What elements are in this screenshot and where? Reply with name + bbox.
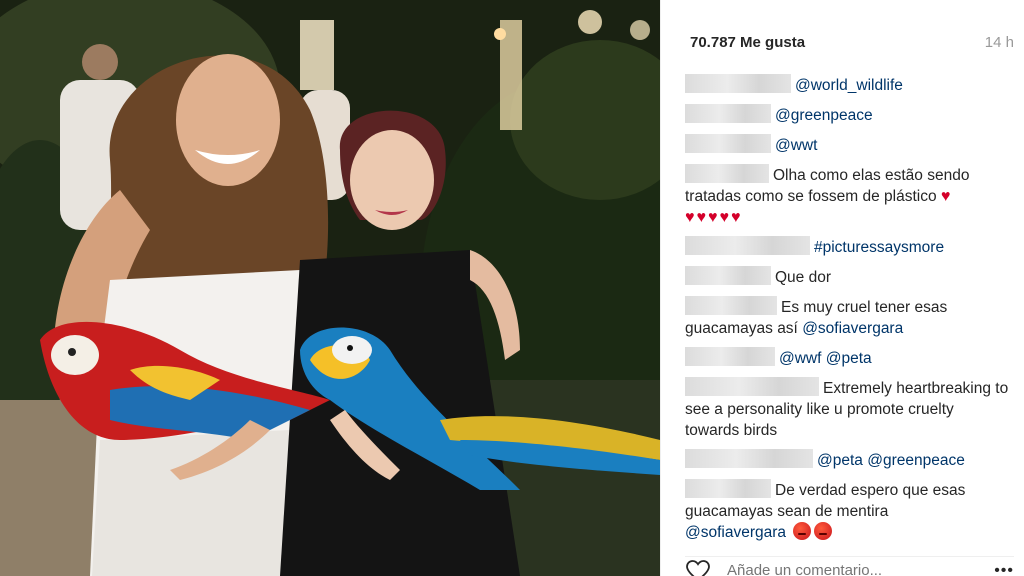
heart-outline-icon[interactable] bbox=[685, 559, 711, 576]
comment-mention[interactable]: @sofiavergara bbox=[685, 524, 786, 541]
comment-item: Olha como elas estão sendo tratadas como… bbox=[685, 164, 1010, 228]
comment-username-blurred[interactable] bbox=[685, 164, 769, 183]
likes-row: 70.787 Me gusta 14 h bbox=[690, 32, 1014, 52]
comment-username-blurred[interactable] bbox=[685, 377, 819, 396]
comment-mention[interactable]: @sofiavergara bbox=[802, 320, 903, 337]
add-comment-input[interactable] bbox=[727, 562, 995, 576]
comment-username-blurred[interactable] bbox=[685, 347, 775, 366]
comment-username-blurred[interactable] bbox=[685, 74, 791, 93]
comment-mention[interactable]: @peta bbox=[826, 350, 872, 367]
comment-username-blurred[interactable] bbox=[685, 266, 771, 285]
comment-item: @peta @greenpeace bbox=[685, 449, 1010, 471]
comment-item: @wwf @peta bbox=[685, 347, 1010, 369]
add-comment-row: ••• bbox=[685, 556, 1014, 576]
comment-mention[interactable]: @wwf bbox=[779, 350, 821, 367]
comment-mention[interactable]: @wwt bbox=[775, 137, 817, 154]
comment-hashtag[interactable]: #picturessaysmore bbox=[814, 239, 944, 256]
comment-item: @greenpeace bbox=[685, 104, 1010, 126]
comment-username-blurred[interactable] bbox=[685, 449, 813, 468]
comment-username-blurred[interactable] bbox=[685, 134, 771, 153]
post-photo[interactable] bbox=[0, 0, 660, 576]
comment-mention[interactable]: @greenpeace bbox=[867, 452, 965, 469]
comment-username-blurred[interactable] bbox=[685, 104, 771, 123]
broken-heart-emoji: ♥ bbox=[940, 188, 953, 205]
more-options-icon[interactable]: ••• bbox=[994, 562, 1014, 576]
comment-mention[interactable]: @greenpeace bbox=[775, 107, 873, 124]
comments-panel: 70.787 Me gusta 14 h @world_wildlife @gr… bbox=[660, 0, 1024, 576]
comment-mention[interactable]: @world_wildlife bbox=[795, 77, 903, 94]
angry-face-emoji bbox=[793, 522, 812, 540]
comment-username-blurred[interactable] bbox=[685, 479, 771, 498]
likes-count[interactable]: 70.787 Me gusta bbox=[690, 34, 805, 51]
comment-item: De verdad espero que esas guacamayas sea… bbox=[685, 479, 1010, 543]
comment-item: @world_wildlife bbox=[685, 74, 1010, 96]
comment-username-blurred[interactable] bbox=[685, 296, 777, 315]
comment-list: @world_wildlife @greenpeace @wwt Olha co… bbox=[685, 74, 1010, 551]
comment-text: Que dor bbox=[775, 269, 832, 286]
comment-item: Extremely heartbreaking to see a persona… bbox=[685, 377, 1010, 441]
post-timestamp[interactable]: 14 h bbox=[985, 34, 1014, 51]
broken-heart-emoji-row: ♥♥♥♥♥ bbox=[685, 209, 743, 226]
comment-item: Que dor bbox=[685, 266, 1010, 288]
comment-item: #picturessaysmore bbox=[685, 236, 1010, 258]
comment-item: @wwt bbox=[685, 134, 1010, 156]
comment-username-blurred[interactable] bbox=[685, 236, 810, 255]
comment-mention[interactable]: @peta bbox=[817, 452, 863, 469]
comment-item: Es muy cruel tener esas guacamayas así @… bbox=[685, 296, 1010, 339]
post-image-illustration bbox=[0, 0, 660, 576]
angry-face-emoji bbox=[814, 522, 833, 540]
